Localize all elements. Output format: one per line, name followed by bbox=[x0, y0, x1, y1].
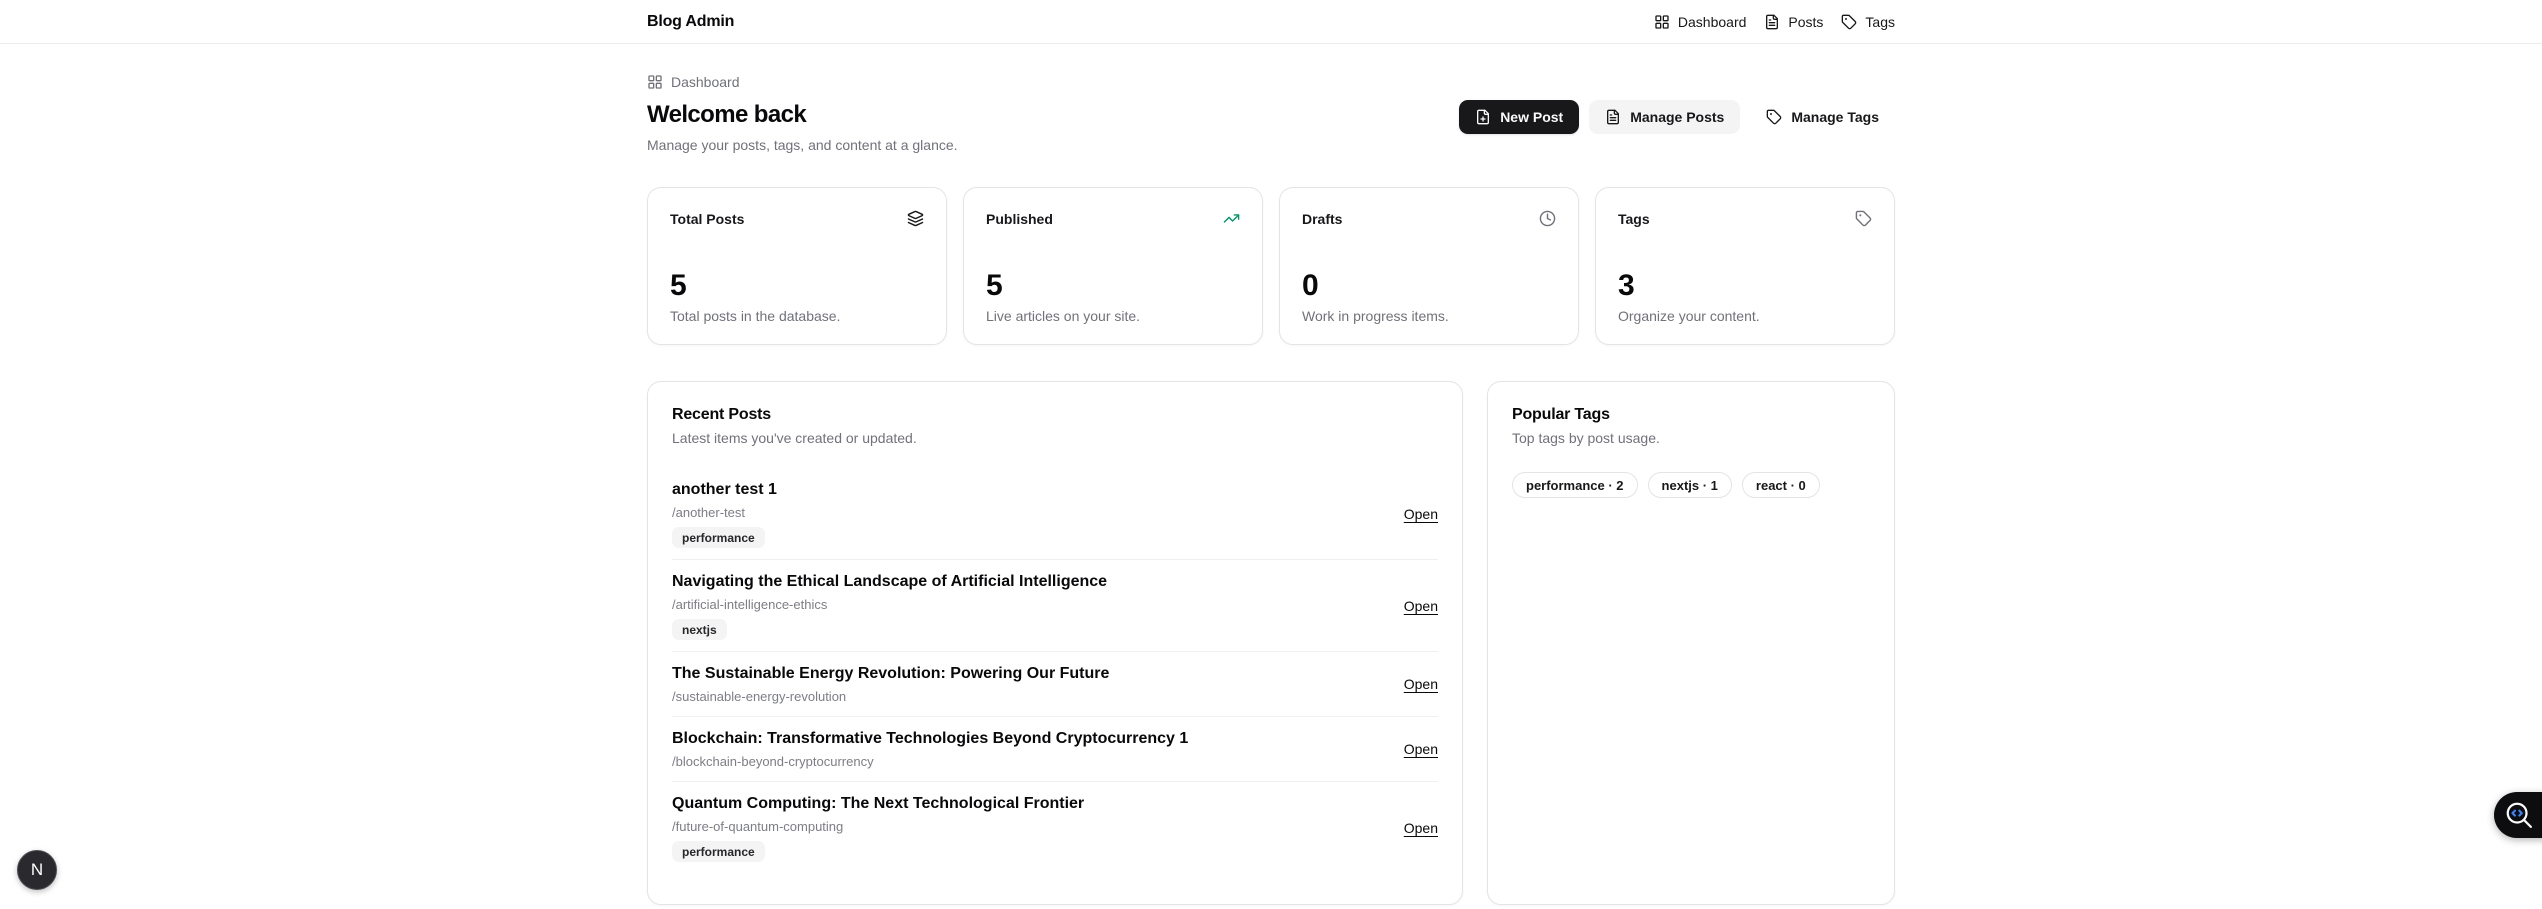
manage-posts-button[interactable]: Manage Posts bbox=[1589, 100, 1740, 134]
popular-tags-title: Popular Tags bbox=[1512, 406, 1870, 424]
new-post-button[interactable]: New Post bbox=[1459, 100, 1579, 134]
stat-card-tags: Tags 3 Organize your content. bbox=[1595, 187, 1895, 345]
post-title: The Sustainable Energy Revolution: Power… bbox=[672, 663, 1109, 685]
stat-description: Work in progress items. bbox=[1302, 308, 1556, 324]
top-header: Blog Admin Dashboard Posts Tags bbox=[0, 0, 2542, 44]
tag-count-badge: react · 0 bbox=[1742, 472, 1820, 498]
open-post-link[interactable]: Open bbox=[1404, 506, 1438, 522]
stat-label: Tags bbox=[1618, 211, 1650, 227]
file-text-icon bbox=[1764, 14, 1780, 30]
popular-tags-subtitle: Top tags by post usage. bbox=[1512, 430, 1870, 446]
stat-value: 0 bbox=[1302, 269, 1556, 302]
stat-value: 5 bbox=[986, 269, 1240, 302]
recent-posts-subtitle: Latest items you've created or updated. bbox=[672, 430, 1438, 446]
popular-tags-list: performance · 2 nextjs · 1 react · 0 bbox=[1512, 472, 1870, 498]
tag-icon bbox=[1841, 14, 1857, 30]
post-title: another test 1 bbox=[672, 479, 777, 501]
hero-text: Dashboard Welcome back Manage your posts… bbox=[647, 74, 958, 153]
top-nav: Dashboard Posts Tags bbox=[1654, 14, 1895, 30]
tag-icon bbox=[1766, 109, 1782, 125]
breadcrumb: Dashboard bbox=[647, 74, 958, 90]
stat-card-drafts: Drafts 0 Work in progress items. bbox=[1279, 187, 1579, 345]
page-subtitle: Manage your posts, tags, and content at … bbox=[647, 137, 958, 153]
nav-dashboard-label: Dashboard bbox=[1678, 14, 1747, 30]
main-grid: Recent Posts Latest items you've created… bbox=[647, 381, 1895, 905]
nav-tags[interactable]: Tags bbox=[1841, 14, 1895, 30]
post-tag-badge: performance bbox=[672, 527, 765, 548]
tag-icon bbox=[1855, 210, 1872, 227]
stats-grid: Total Posts 5 Total posts in the databas… bbox=[647, 187, 1895, 345]
layout-grid-icon bbox=[1654, 14, 1670, 30]
manage-tags-button[interactable]: Manage Tags bbox=[1750, 100, 1895, 134]
stat-value: 5 bbox=[670, 269, 924, 302]
file-text-icon bbox=[1605, 109, 1621, 125]
nav-posts[interactable]: Posts bbox=[1764, 14, 1823, 30]
layout-grid-icon bbox=[647, 74, 663, 90]
post-list: another test 1 /another-test performance… bbox=[672, 468, 1438, 873]
scan-toolbar-button[interactable] bbox=[2494, 792, 2542, 838]
stat-label: Published bbox=[986, 211, 1053, 227]
layers-icon bbox=[907, 210, 924, 227]
stat-label: Drafts bbox=[1302, 211, 1342, 227]
file-plus-icon bbox=[1475, 109, 1491, 125]
manage-posts-label: Manage Posts bbox=[1630, 109, 1724, 125]
open-post-link[interactable]: Open bbox=[1404, 676, 1438, 692]
stat-label: Total Posts bbox=[670, 211, 744, 227]
stat-description: Organize your content. bbox=[1618, 308, 1872, 324]
nav-tags-label: Tags bbox=[1865, 14, 1895, 30]
avatar-letter: N bbox=[31, 860, 43, 880]
stat-card-total-posts: Total Posts 5 Total posts in the databas… bbox=[647, 187, 947, 345]
open-post-link[interactable]: Open bbox=[1404, 741, 1438, 757]
recent-posts-title: Recent Posts bbox=[672, 406, 1438, 424]
post-slug: /another-test bbox=[672, 504, 777, 521]
post-row: another test 1 /another-test performance… bbox=[672, 468, 1438, 560]
post-title: Quantum Computing: The Next Technologica… bbox=[672, 793, 1084, 815]
post-row: Blockchain: Transformative Technologies … bbox=[672, 717, 1438, 782]
search-code-icon bbox=[2504, 800, 2534, 830]
post-row: The Sustainable Energy Revolution: Power… bbox=[672, 652, 1438, 717]
post-tag-badge: performance bbox=[672, 841, 765, 862]
open-post-link[interactable]: Open bbox=[1404, 598, 1438, 614]
stat-card-published: Published 5 Live articles on your site. bbox=[963, 187, 1263, 345]
post-title: Blockchain: Transformative Technologies … bbox=[672, 728, 1188, 750]
nav-posts-label: Posts bbox=[1788, 14, 1823, 30]
breadcrumb-label: Dashboard bbox=[671, 74, 740, 90]
clock-icon bbox=[1539, 210, 1556, 227]
post-slug: /blockchain-beyond-cryptocurrency bbox=[672, 753, 1188, 770]
recent-posts-panel: Recent Posts Latest items you've created… bbox=[647, 381, 1463, 905]
new-post-label: New Post bbox=[1500, 109, 1563, 125]
popular-tags-panel: Popular Tags Top tags by post usage. per… bbox=[1487, 381, 1895, 905]
post-row: Quantum Computing: The Next Technologica… bbox=[672, 782, 1438, 873]
nextjs-devtools-button[interactable]: N bbox=[17, 850, 57, 890]
open-post-link[interactable]: Open bbox=[1404, 820, 1438, 836]
post-slug: /future-of-quantum-computing bbox=[672, 818, 1084, 835]
stat-description: Live articles on your site. bbox=[986, 308, 1240, 324]
post-title: Navigating the Ethical Landscape of Arti… bbox=[672, 571, 1107, 593]
tag-count-badge: nextjs · 1 bbox=[1648, 472, 1732, 498]
trending-up-icon bbox=[1223, 210, 1240, 227]
manage-tags-label: Manage Tags bbox=[1791, 109, 1879, 125]
hero-section: Dashboard Welcome back Manage your posts… bbox=[647, 44, 1895, 153]
dashboard-page: Dashboard Welcome back Manage your posts… bbox=[647, 44, 1895, 905]
tag-count-badge: performance · 2 bbox=[1512, 472, 1638, 498]
hero-actions: New Post Manage Posts Manage Tags bbox=[1459, 100, 1895, 134]
app-title: Blog Admin bbox=[647, 13, 734, 31]
post-row: Navigating the Ethical Landscape of Arti… bbox=[672, 560, 1438, 652]
nav-dashboard[interactable]: Dashboard bbox=[1654, 14, 1747, 30]
post-tag-badge: nextjs bbox=[672, 619, 727, 640]
post-slug: /sustainable-energy-revolution bbox=[672, 688, 1109, 705]
stat-description: Total posts in the database. bbox=[670, 308, 924, 324]
stat-value: 3 bbox=[1618, 269, 1872, 302]
post-slug: /artificial-intelligence-ethics bbox=[672, 596, 1107, 613]
page-title: Welcome back bbox=[647, 101, 958, 129]
